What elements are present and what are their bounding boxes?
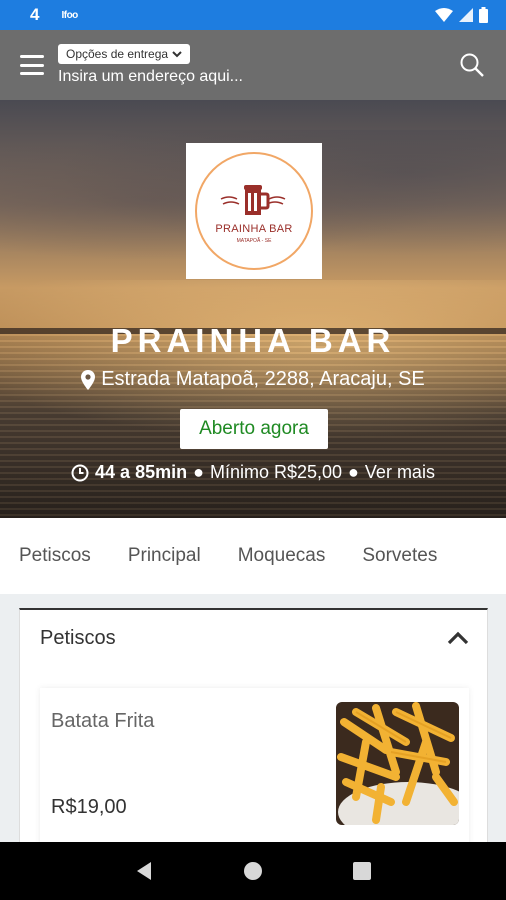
chevron-up-icon[interactable] — [447, 631, 469, 645]
restaurant-name: PRAINHA BAR — [110, 322, 396, 359]
recents-button[interactable] — [342, 851, 382, 891]
french-fries-image — [336, 702, 459, 825]
status-bar: 4 Ifoo — [0, 0, 506, 30]
delivery-info: 44 a 85min ● Mínimo R$25,00 ● Ver mais — [0, 462, 506, 483]
menu-item[interactable]: Batata Frita R$19,00 — [40, 688, 469, 848]
logo-emblem: PRAINHA BAR MATAPOÃ - SE — [195, 152, 313, 270]
address-area: Opções de entrega — [58, 44, 456, 86]
home-button[interactable] — [233, 851, 273, 891]
tab-moquecas[interactable]: Moquecas — [238, 545, 326, 567]
menu-icon[interactable] — [20, 55, 44, 75]
restaurant-logo: PRAINHA BAR MATAPOÃ - SE — [186, 143, 322, 279]
menu-item-image — [336, 702, 459, 825]
wifi-icon — [435, 8, 453, 22]
menu-section-card: Petiscos Batata Frita R$19,00 — [19, 608, 488, 848]
address-input[interactable] — [58, 68, 318, 86]
delivery-time: 44 a 85min — [95, 462, 188, 482]
bullet-2: ● — [348, 462, 359, 482]
chevron-down-icon — [172, 50, 182, 57]
menu-item-price: R$19,00 — [51, 796, 127, 818]
logo-title: PRAINHA BAR — [215, 222, 293, 235]
category-tabs: Petiscos Principal Moquecas Sorvetes — [0, 518, 506, 594]
bullet-1: ● — [193, 462, 204, 482]
delivery-options-label: Opções de entrega — [66, 47, 169, 61]
tab-petiscos[interactable]: Petiscos — [19, 545, 91, 567]
delivery-options-dropdown[interactable]: Opções de entrega — [58, 44, 191, 64]
back-icon — [137, 862, 152, 880]
logo-subtitle: MATAPOÃ - SE — [236, 237, 272, 244]
clock-icon — [71, 464, 89, 481]
status-time: 4 — [30, 5, 40, 24]
top-app-bar: Opções de entrega — [0, 30, 506, 100]
restaurant-hero: PRAINHA BAR MATAPOÃ - SE PRAINHA BAR Est… — [0, 100, 506, 518]
beer-mug-icon — [220, 184, 286, 215]
search-icon — [460, 53, 484, 77]
section-header[interactable]: Petiscos — [20, 610, 487, 666]
tab-principal[interactable]: Principal — [128, 545, 201, 567]
minimum-order: Mínimo R$25,00 — [209, 462, 343, 482]
menu-item-name: Batata Frita — [51, 710, 155, 732]
status-icons — [435, 7, 488, 23]
battery-icon — [479, 7, 488, 23]
restaurant-address: Estrada Matapoã, 2288, Aracaju, SE — [0, 368, 506, 391]
tab-sorvetes[interactable]: Sorvetes — [362, 545, 437, 567]
section-title: Petiscos — [40, 626, 116, 649]
see-more-link[interactable]: Ver mais — [365, 462, 435, 483]
system-nav-bar — [0, 842, 506, 900]
recents-icon — [352, 862, 371, 880]
map-pin-icon — [81, 369, 96, 390]
open-status-badge: Aberto agora — [180, 409, 328, 449]
status-app-badge: Ifoo — [61, 9, 78, 21]
search-button[interactable] — [456, 49, 488, 81]
back-button[interactable] — [124, 851, 164, 891]
address-text: Estrada Matapoã, 2288, Aracaju, SE — [101, 368, 425, 390]
signal-icon — [459, 8, 473, 22]
home-icon — [243, 862, 262, 880]
